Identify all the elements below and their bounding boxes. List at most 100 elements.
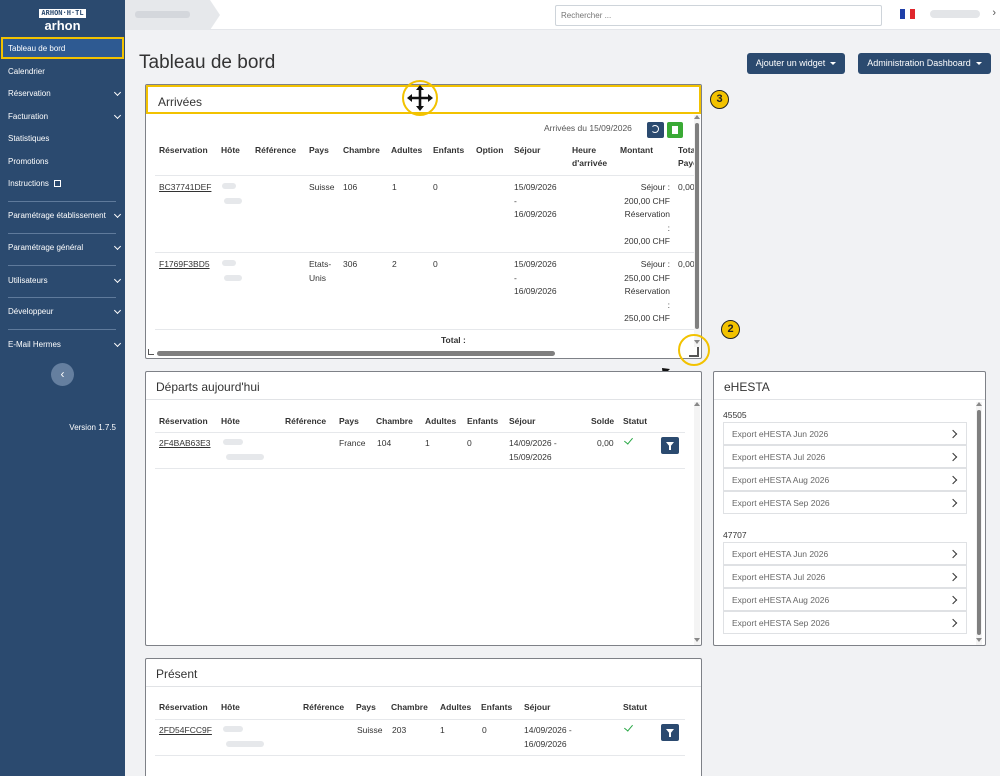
filter-button[interactable] (661, 724, 679, 741)
export-ehesta-item[interactable]: Export eHESTA Jun 2026 (723, 422, 967, 445)
vertical-scrollbar[interactable] (694, 115, 700, 347)
host-name-redacted (224, 275, 242, 281)
column-header[interactable]: Montant (620, 144, 653, 157)
column-header[interactable]: Référence (303, 701, 344, 714)
column-header[interactable]: Pays (339, 415, 359, 428)
present-widget: Présent Réservation Hôte Référence Pays … (145, 658, 702, 776)
filter-button[interactable] (661, 437, 679, 454)
sidebar-item-parametrage-etablissement[interactable]: Paramétrage établissement (8, 211, 116, 220)
export-ehesta-item[interactable]: Export eHESTA Jul 2026 (723, 565, 967, 588)
column-header[interactable]: Statut (623, 415, 647, 428)
column-header[interactable]: Référence (255, 144, 296, 157)
ehesta-widget: eHESTA 45505 Export eHESTA Jun 2026 Expo… (713, 371, 986, 646)
column-header[interactable]: Heure d'arrivée (572, 144, 614, 170)
amount-line: 200,00 CHF (624, 195, 670, 206)
chevron-right-icon[interactable]: › (992, 7, 996, 19)
column-header[interactable]: Réservation (159, 415, 208, 428)
column-header[interactable]: Séjour (509, 415, 535, 428)
column-header[interactable]: Chambre (391, 701, 428, 714)
stay-start: 14/09/2026 - (509, 438, 557, 448)
sidebar-item-developpeur[interactable]: Développeur (8, 307, 116, 316)
sidebar-item-utilisateurs[interactable]: Utilisateurs (8, 276, 116, 285)
column-header[interactable]: Séjour (524, 701, 550, 714)
french-flag-icon[interactable] (900, 9, 915, 19)
move-arrows-icon[interactable] (405, 83, 435, 113)
column-header[interactable]: Hôte (221, 415, 240, 428)
sidebar-item-email-hermes[interactable]: E-Mail Hermes (8, 340, 116, 349)
vertical-scrollbar[interactable] (694, 402, 700, 645)
export-ehesta-item[interactable]: Export eHESTA Aug 2026 (723, 468, 967, 491)
sidebar-item-parametrage-general[interactable]: Paramétrage général (8, 243, 116, 252)
sidebar-item-statistiques[interactable]: Statistiques (8, 134, 49, 143)
column-header[interactable]: Chambre (343, 144, 380, 157)
column-header[interactable]: Pays (309, 144, 329, 157)
sidebar-item-reservation[interactable]: Réservation (8, 89, 116, 98)
resize-corner-icon[interactable] (148, 349, 154, 355)
column-header[interactable]: Enfants (481, 701, 512, 714)
sidebar-item-instructions[interactable]: Instructions (8, 179, 62, 188)
column-header[interactable]: Adultes (425, 415, 456, 428)
user-menu[interactable] (930, 10, 980, 18)
amount-line: Séjour : (640, 259, 670, 269)
export-ehesta-item[interactable]: Export eHESTA Sep 2026 (723, 491, 967, 514)
column-header[interactable]: Statut (623, 701, 647, 714)
column-header[interactable]: Pays (356, 701, 376, 714)
horizontal-scrollbar[interactable] (157, 351, 555, 356)
chevron-right-icon (948, 429, 958, 439)
export-ehesta-item[interactable]: Export eHESTA Aug 2026 (723, 588, 967, 611)
logo-mark: ARHON·H·TL (39, 9, 86, 18)
reservation-link[interactable]: 2FD54FCC9F (159, 724, 212, 738)
column-header[interactable]: Option (476, 144, 503, 157)
chevron-right-icon (948, 618, 958, 628)
stay-end: 16/09/2026 (514, 209, 557, 219)
external-link-icon (54, 180, 62, 187)
column-header[interactable]: Réservation (159, 144, 208, 157)
collapse-sidebar-button[interactable]: ‹ (51, 363, 74, 386)
column-header[interactable]: Séjour (514, 144, 540, 157)
column-header[interactable]: Adultes (391, 144, 422, 157)
export-ehesta-item[interactable]: Export eHESTA Jun 2026 (723, 542, 967, 565)
column-header[interactable]: Référence (285, 415, 326, 428)
establishment-id: 47707 (723, 530, 747, 540)
vertical-scrollbar[interactable] (976, 402, 982, 645)
sidebar-item-tableau-de-bord[interactable]: Tableau de bord (1, 37, 124, 59)
ehesta-widget-header[interactable]: eHESTA (714, 372, 985, 400)
amount-line: 250,00 CHF (624, 272, 670, 283)
export-button[interactable] (667, 122, 683, 138)
present-widget-header[interactable]: Présent (146, 659, 701, 687)
column-header[interactable]: Adultes (440, 701, 471, 714)
export-label: Export eHESTA Jul 2026 (732, 572, 826, 582)
resize-handle-highlight (678, 334, 710, 366)
add-widget-button[interactable]: Ajouter un widget (747, 53, 845, 74)
column-header[interactable]: Enfants (467, 415, 498, 428)
widget-title: eHESTA (724, 380, 770, 394)
sidebar-item-calendrier[interactable]: Calendrier (8, 67, 45, 76)
export-ehesta-item[interactable]: Export eHESTA Jul 2026 (723, 445, 967, 468)
room-cell: 104 (377, 438, 392, 448)
column-header[interactable]: Hôte (221, 701, 240, 714)
children-cell: 0 (467, 438, 472, 448)
widget-title: Présent (156, 667, 198, 681)
reservation-link[interactable]: F1769F3BD5 (159, 258, 210, 272)
export-label: Export eHESTA Sep 2026 (732, 618, 830, 628)
column-header[interactable]: Enfants (433, 144, 464, 157)
search-input[interactable] (555, 5, 882, 26)
column-header[interactable]: Hôte (221, 144, 240, 157)
children-cell: 0 (433, 259, 438, 269)
breadcrumb[interactable] (125, 0, 220, 30)
export-ehesta-item[interactable]: Export eHESTA Sep 2026 (723, 611, 967, 634)
reservation-link[interactable]: 2F4BAB63E3 (159, 437, 211, 451)
admin-dashboard-button[interactable]: Administration Dashboard (858, 53, 991, 74)
adults-cell: 1 (440, 725, 445, 735)
reservation-link[interactable]: BC37741DEF (159, 181, 211, 195)
page-title: Tableau de bord (139, 52, 276, 73)
refresh-button[interactable] (647, 122, 664, 138)
sidebar-item-promotions[interactable]: Promotions (8, 157, 48, 166)
column-header[interactable]: Solde (591, 415, 614, 428)
stay-start: 15/09/2026 (514, 182, 557, 192)
column-header[interactable]: Réservation (159, 701, 208, 714)
column-header[interactable]: Chambre (376, 415, 413, 428)
sidebar-item-label: Instructions (8, 179, 49, 188)
departures-widget-header[interactable]: Départs aujourd'hui (146, 372, 701, 400)
sidebar-item-facturation[interactable]: Facturation (8, 112, 116, 121)
